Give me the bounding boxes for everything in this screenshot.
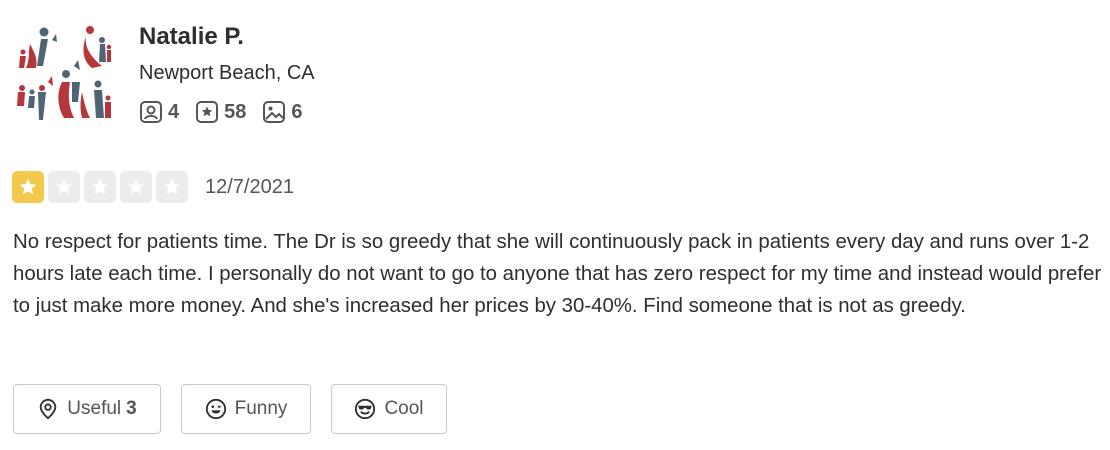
user-stats: 4 58 6 [139, 100, 319, 124]
cool-label: Cool [384, 398, 424, 419]
review-star-icon [196, 101, 219, 123]
useful-button[interactable]: Useful 3 [13, 384, 161, 434]
reaction-buttons: Useful 3 Funny Cool [13, 384, 467, 434]
useful-icon [40, 398, 57, 420]
friends-stat: 4 [139, 100, 179, 124]
star-empty-icon [48, 171, 80, 203]
star-empty-icon [84, 171, 116, 203]
useful-label: Useful [67, 398, 122, 419]
avatar[interactable] [12, 22, 116, 126]
photos-stat: 6 [262, 100, 303, 124]
user-name[interactable]: Natalie P. [139, 23, 244, 51]
cool-icon [355, 398, 376, 420]
funny-label: Funny [234, 398, 288, 419]
avatar-logo-icon [17, 26, 112, 120]
photo-icon [263, 101, 286, 123]
rating-row: 12/7/2021 [12, 171, 294, 203]
user-location: Newport Beach, CA [139, 62, 315, 84]
reviews-stat: 58 [195, 100, 246, 124]
star-empty-icon [156, 171, 188, 203]
useful-count: 3 [126, 398, 137, 419]
star-filled-icon [12, 171, 44, 203]
star-empty-icon [120, 171, 152, 203]
review-date: 12/7/2021 [205, 175, 294, 198]
friends-count: 4 [168, 100, 180, 123]
friends-icon [140, 101, 162, 123]
cool-button[interactable]: Cool [331, 384, 447, 434]
funny-icon [205, 398, 226, 420]
photos-count: 6 [291, 100, 303, 123]
star-rating [12, 171, 192, 203]
reviews-count: 58 [224, 100, 247, 123]
review-text: No respect for patients time. The Dr is … [13, 231, 1102, 317]
funny-button[interactable]: Funny [181, 384, 311, 434]
